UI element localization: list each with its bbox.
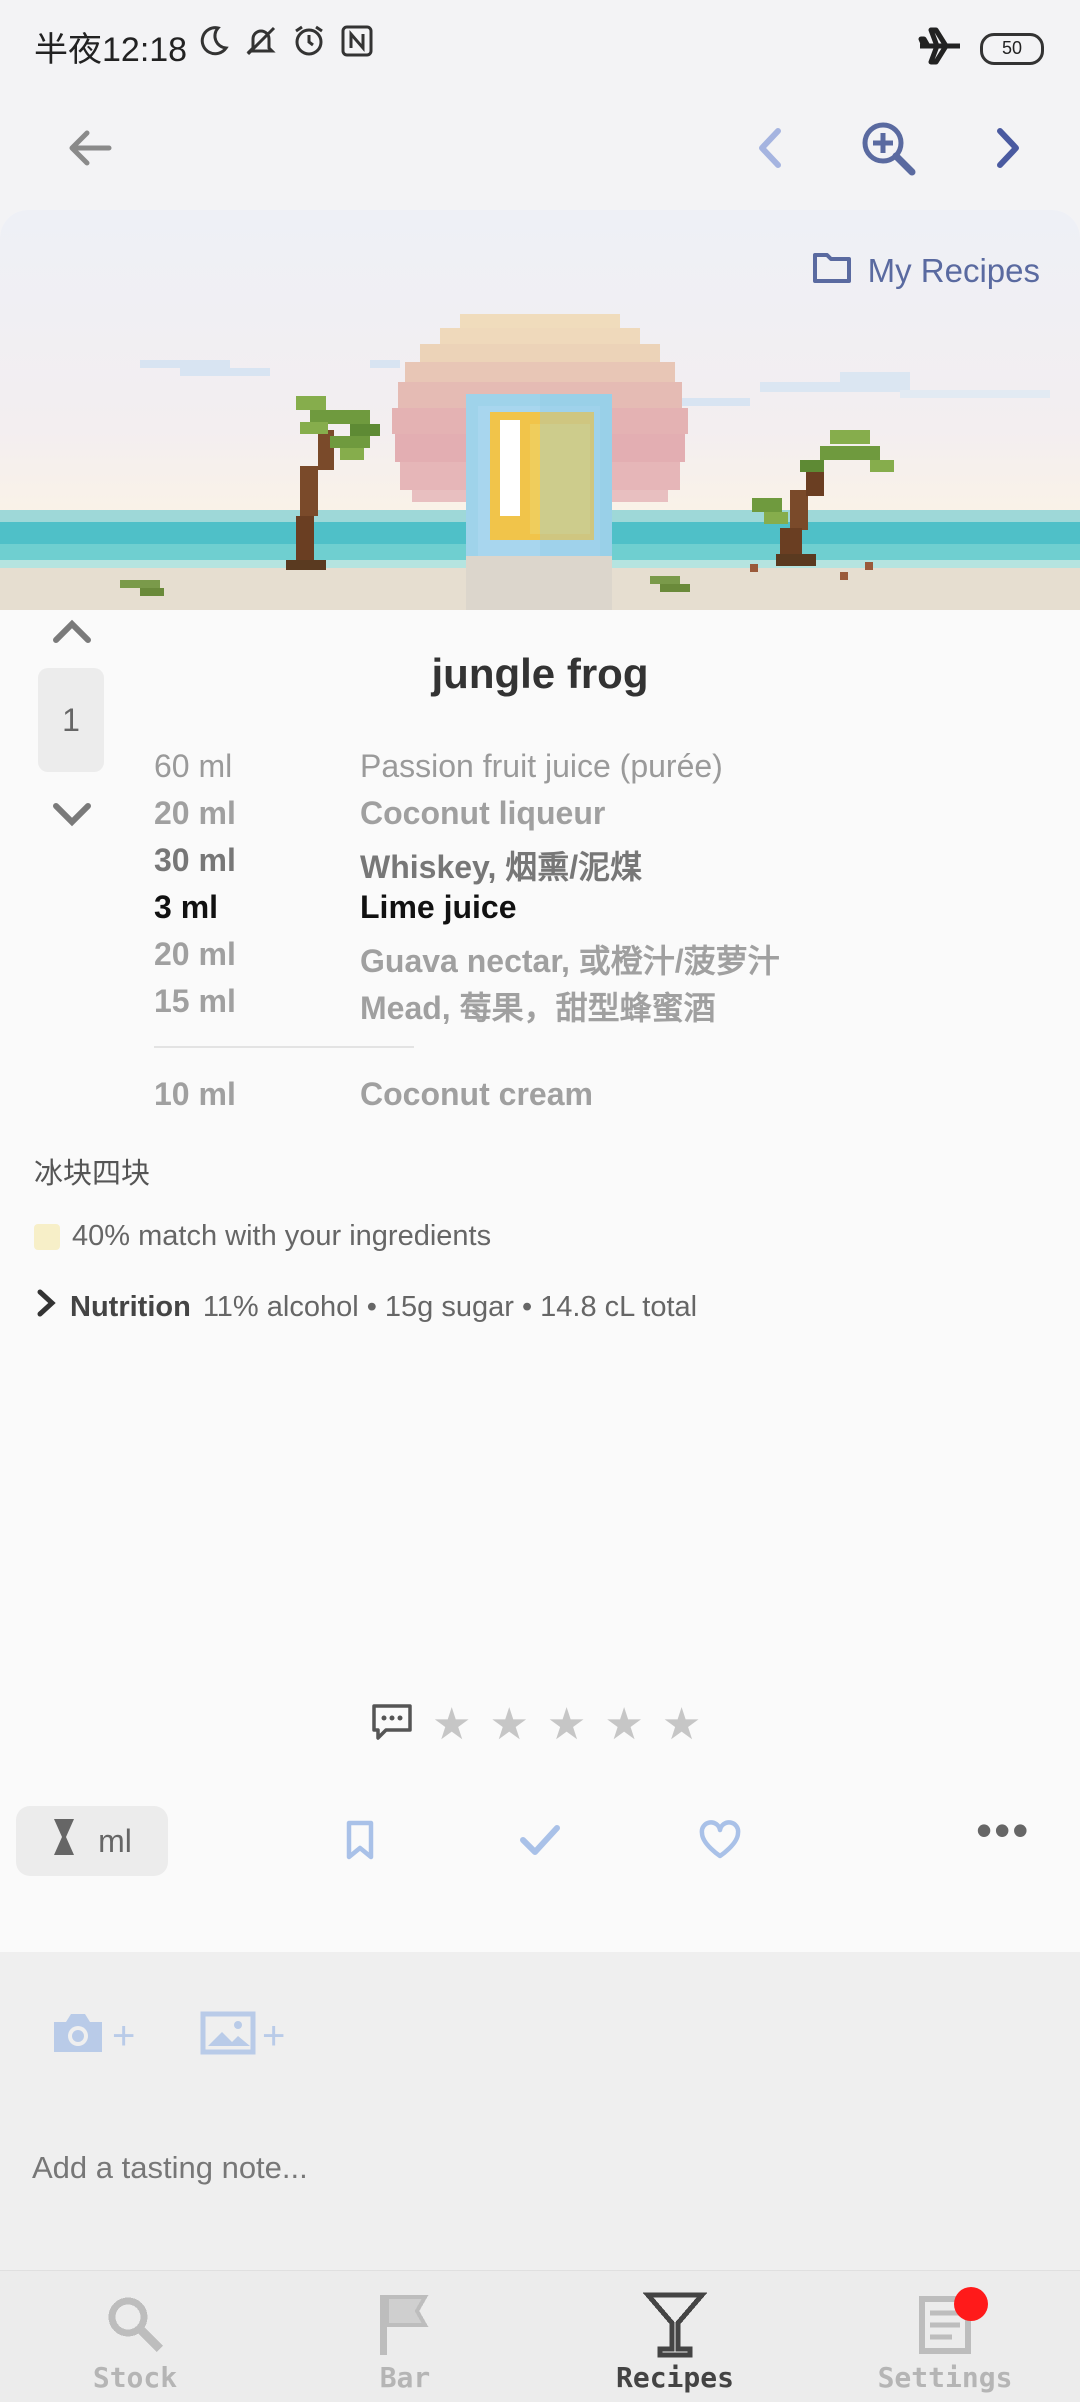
- battery-indicator: 50: [980, 32, 1044, 65]
- airplane-icon: [918, 26, 962, 71]
- chevron-left-icon: [750, 123, 790, 178]
- jigger-icon: [52, 1817, 76, 1865]
- flag-icon: [370, 2289, 440, 2359]
- camera-icon: [50, 2010, 106, 2061]
- nfc-icon: [340, 24, 374, 58]
- ingredient-amount: 15 ml: [154, 983, 236, 1019]
- plus-icon: +: [262, 2013, 286, 2058]
- garnish-row[interactable]: 10 ml Coconut cream: [154, 1076, 593, 1113]
- top-nav-bar: [0, 90, 1080, 210]
- zoom-button[interactable]: [848, 110, 928, 190]
- tab-settings[interactable]: Settings: [810, 2271, 1080, 2402]
- heart-icon: [698, 1819, 742, 1865]
- ingredient-name: Mead, 莓果，甜型蜂蜜酒: [360, 990, 716, 1026]
- back-button[interactable]: [50, 110, 130, 190]
- checkmark-icon: [518, 1820, 562, 1865]
- next-recipe-button[interactable]: [968, 110, 1048, 190]
- tab-bar[interactable]: Bar: [270, 2271, 540, 2402]
- tab-stock[interactable]: Stock: [0, 2271, 270, 2402]
- mark-made-button[interactable]: [512, 1814, 568, 1870]
- unit-toggle-button[interactable]: ml: [16, 1806, 168, 1876]
- ingredient-name: Coconut cream: [360, 1076, 593, 1112]
- more-options-button[interactable]: •••: [976, 1807, 1030, 1853]
- tab-label: Stock: [92, 2361, 178, 2394]
- image-icon: [200, 2010, 256, 2061]
- ingredient-name: Lime juice: [360, 889, 517, 925]
- recipe-note: 冰块四块: [34, 1158, 151, 1190]
- bell-off-icon: [244, 24, 278, 58]
- ingredient-row[interactable]: 15 ml Mead, 莓果，甜型蜂蜜酒: [154, 983, 716, 1029]
- recipe-title: jungle frog: [431, 650, 649, 697]
- ingredient-match: 40% match with your ingredients: [34, 1220, 491, 1253]
- star-icon[interactable]: ★: [432, 1702, 471, 1747]
- bottom-tab-bar: Stock Bar Recipes Settings: [0, 2270, 1080, 2402]
- moon-icon: [196, 24, 230, 58]
- ingredient-row[interactable]: 30 ml Whiskey, 烟熏/泥煤: [154, 842, 642, 888]
- add-image-button[interactable]: +: [200, 2010, 285, 2061]
- tab-label: Bar: [379, 2361, 431, 2394]
- bookmark-icon: [344, 1820, 376, 1865]
- ingredient-amount: 30 ml: [154, 842, 236, 878]
- chevron-up-icon: [48, 619, 96, 654]
- ingredient-name: Passion fruit juice (purée): [360, 748, 723, 784]
- search-icon: [100, 2289, 170, 2359]
- chevron-right-icon: [34, 1288, 58, 1326]
- folder-link[interactable]: My Recipes: [812, 250, 1040, 292]
- add-photo-button[interactable]: +: [50, 2010, 135, 2061]
- servings-value[interactable]: 1: [38, 668, 104, 772]
- tab-label: Settings: [877, 2361, 1013, 2394]
- nutrition-label: Nutrition: [70, 1290, 191, 1323]
- chevron-right-icon: [988, 123, 1028, 178]
- servings-increase-button[interactable]: [48, 610, 96, 650]
- ingredient-row[interactable]: 3 ml Lime juice: [154, 889, 517, 926]
- unit-label: ml: [98, 1822, 132, 1859]
- ingredient-name: Whiskey, 烟熏/泥煤: [360, 849, 643, 885]
- cocktail-glass-icon: [640, 2289, 710, 2359]
- tasting-note-input[interactable]: Add a tasting note...: [32, 2150, 308, 2186]
- plus-icon: +: [112, 2013, 136, 2058]
- star-icon[interactable]: ★: [604, 1702, 643, 1747]
- comment-icon[interactable]: [370, 1702, 414, 1747]
- ingredient-row[interactable]: 60 ml Passion fruit juice (purée): [154, 748, 723, 785]
- nutrition-toggle[interactable]: Nutrition 11% alcohol • 15g sugar • 14.8…: [34, 1288, 697, 1326]
- zoom-in-icon: [858, 118, 918, 183]
- star-icon[interactable]: ★: [489, 1702, 528, 1747]
- servings-decrease-button[interactable]: [48, 794, 96, 834]
- star-icon[interactable]: ★: [547, 1702, 586, 1747]
- favorite-button[interactable]: [692, 1814, 748, 1870]
- tab-label: Recipes: [615, 2361, 734, 2394]
- bookmark-button[interactable]: [332, 1814, 388, 1870]
- nutrition-summary: 11% alcohol • 15g sugar • 14.8 cL total: [202, 1290, 698, 1323]
- notification-badge: [954, 2287, 988, 2321]
- previous-recipe-button[interactable]: [730, 110, 810, 190]
- match-text: 40% match with your ingredients: [72, 1220, 492, 1252]
- alarm-icon: [292, 24, 326, 58]
- status-time: 半夜12:18: [34, 31, 188, 69]
- star-icon[interactable]: ★: [662, 1702, 701, 1747]
- ingredient-amount: 10 ml: [154, 1076, 236, 1112]
- ingredient-divider: [154, 1046, 414, 1048]
- tab-recipes[interactable]: Recipes: [540, 2271, 810, 2402]
- ingredient-row[interactable]: 20 ml Coconut liqueur: [154, 795, 605, 832]
- ingredient-amount: 20 ml: [154, 795, 236, 831]
- ingredient-amount: 20 ml: [154, 936, 236, 972]
- folder-name: My Recipes: [867, 252, 1040, 289]
- ingredient-name: Guava nectar, 或橙汁/菠萝汁: [360, 943, 780, 979]
- photo-section: + +: [0, 1952, 1080, 2270]
- status-bar: 半夜12:18 50: [0, 0, 1080, 90]
- ingredient-amount: 60 ml: [154, 748, 233, 784]
- ingredient-row[interactable]: 20 ml Guava nectar, 或橙汁/菠萝汁: [154, 936, 780, 982]
- match-swatch: [34, 1223, 60, 1250]
- folder-icon: [812, 250, 852, 292]
- arrow-left-icon: [65, 123, 115, 178]
- ingredient-amount: 3 ml: [154, 889, 219, 925]
- rating-row: ★ ★ ★ ★ ★: [370, 1702, 701, 1747]
- ingredient-name: Coconut liqueur: [360, 795, 606, 831]
- chevron-down-icon: [48, 803, 96, 838]
